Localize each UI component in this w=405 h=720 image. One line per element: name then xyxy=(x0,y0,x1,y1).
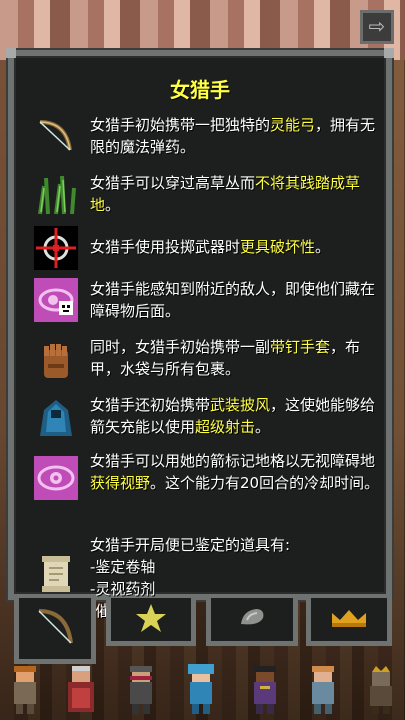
row-text: 。 xyxy=(315,238,331,256)
row-highlight: 更具破坏性 xyxy=(240,238,316,256)
row-text: 女猎手还初始携带 xyxy=(90,396,211,414)
gloves-icon xyxy=(34,340,78,384)
tab-crown[interactable] xyxy=(306,598,392,646)
row-text: 女猎手能感知到附近的敌人，即使他们藏在障碍物后面。 xyxy=(90,280,376,320)
tab-bow[interactable] xyxy=(14,598,96,664)
tab-star[interactable] xyxy=(106,598,196,646)
stone-icon xyxy=(237,606,267,634)
hero-warrior[interactable] xyxy=(6,664,44,716)
row-text: 女猎手使用投掷武器时 xyxy=(90,238,241,256)
row-text: 同时，女猎手初始携带一副 xyxy=(90,338,271,356)
bow-icon xyxy=(33,605,77,653)
crosshair-icon xyxy=(34,226,78,270)
row-highlight: 灵能弓 xyxy=(270,116,316,134)
mind-vision-icon xyxy=(34,278,78,322)
window-title: 女猎手 xyxy=(170,78,230,102)
tab-stone[interactable] xyxy=(206,598,298,646)
hero-rat-king[interactable] xyxy=(362,664,400,716)
row-highlight: 获得视野 xyxy=(90,474,151,492)
cloak-icon xyxy=(34,396,78,440)
row-text: 。这个能力有20回合的冷却时间。 xyxy=(150,474,380,492)
hero-huntress[interactable] xyxy=(182,664,220,716)
tall-grass-icon xyxy=(34,172,78,216)
hero-mage[interactable] xyxy=(62,664,100,716)
exit-icon: ⇨ xyxy=(368,14,386,38)
row-highlight: 武装披风 xyxy=(210,396,271,414)
row-highlight: 带钉手套 xyxy=(270,338,331,356)
hero-cleric[interactable] xyxy=(304,664,342,716)
hero-duelist[interactable] xyxy=(246,664,284,716)
hero-rogue[interactable] xyxy=(122,664,160,716)
star-icon xyxy=(134,603,168,637)
row-text: 。 xyxy=(105,196,121,214)
eye-icon xyxy=(34,456,78,500)
row-text: 女猎手可以穿过高草丛而 xyxy=(90,174,256,192)
spirit-bow-icon xyxy=(34,114,78,158)
window-corner xyxy=(6,48,16,58)
row-text: 。 xyxy=(255,418,271,436)
hero-info-window: 女猎手 女猎手初始携带一把独特的灵能弓，拥有无限的魔法弹药。 女猎手可以穿过高草… xyxy=(6,48,394,620)
window-corner xyxy=(384,48,394,58)
crown-icon xyxy=(330,607,368,633)
row-highlight: 超级射击 xyxy=(195,418,256,436)
scroll-icon xyxy=(34,552,78,596)
row-text: 女猎手可以用她的箭标记地格以无视障碍地 xyxy=(90,452,376,470)
exit-button[interactable]: ⇨ xyxy=(360,10,394,44)
row-text: 女猎手初始携带一把独特的 xyxy=(90,116,271,134)
